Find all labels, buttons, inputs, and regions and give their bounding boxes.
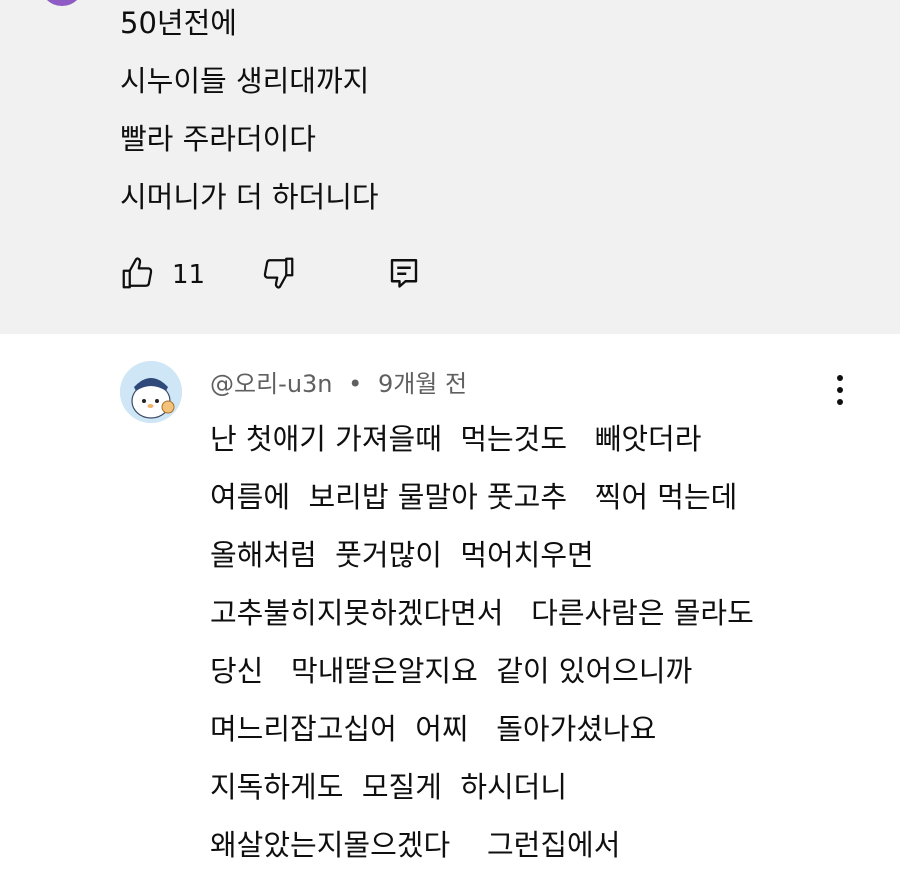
- more-options-button[interactable]: [822, 372, 858, 412]
- thumbs-up-icon: [120, 255, 156, 295]
- dislike-button[interactable]: [260, 252, 296, 298]
- comment-line: 당신 막내딸은알지요 같이 있어으니까: [210, 654, 693, 688]
- comment-line: 50년전에: [120, 6, 237, 40]
- previous-comment-avatar[interactable]: [40, 0, 84, 6]
- comment-line: 지독하게도 모질게 하시더니: [210, 770, 568, 804]
- comment-line: 올해처럼 풋거많이 먹어치우면: [210, 538, 594, 572]
- like-button[interactable]: 11: [120, 252, 205, 298]
- author-avatar[interactable]: [120, 361, 182, 423]
- comment-line: 며느리잡고십어 어찌 돌아가셨나요: [210, 712, 657, 746]
- reply-button[interactable]: [386, 252, 422, 298]
- previous-comment: 50년전에 시누이들 생리대까지 빨라 주라더이다 시머니가 더 하더니다 11: [0, 0, 900, 334]
- comment-text: 난 첫애기 가져을때 먹는것도 빼앗더라 여름에 보리밥 물말아 풋고추 찍어 …: [210, 416, 754, 880]
- reply-icon: [386, 255, 422, 295]
- comment-line: 빨라 주라더이다: [120, 122, 316, 156]
- comment-line: 여름에 보리밥 물말아 풋고추 찍어 먹는데: [210, 480, 738, 514]
- like-count: 11: [172, 260, 206, 290]
- thumbs-down-icon: [260, 255, 296, 295]
- comment-line: 고추불히지못하겠다면서 다른사람은 몰라도: [210, 596, 754, 630]
- comment-line: 왜살았는지몰으겠다 그런집에서: [210, 828, 621, 862]
- more-vertical-icon: [834, 372, 846, 412]
- meta-separator: •: [348, 370, 363, 398]
- comment-line: 난 첫애기 가져을때 먹는것도 빼앗더라: [210, 422, 702, 456]
- comment-line: 시머니가 더 하더니다: [120, 180, 379, 214]
- comment-action-bar: 11: [120, 252, 460, 298]
- comment-line: 시누이들 생리대까지: [120, 64, 370, 98]
- comment: @오리-u3n • 9개월 전 난 첫애기 가져을때 먹는것도 빼앗더라 여름에…: [0, 334, 900, 862]
- previous-comment-text: 50년전에 시누이들 생리대까지 빨라 주라더이다 시머니가 더 하더니다: [120, 0, 379, 232]
- comment-meta: @오리-u3n • 9개월 전: [210, 364, 467, 404]
- author-name[interactable]: @오리-u3n: [210, 370, 333, 398]
- comment-time[interactable]: 9개월 전: [378, 370, 467, 398]
